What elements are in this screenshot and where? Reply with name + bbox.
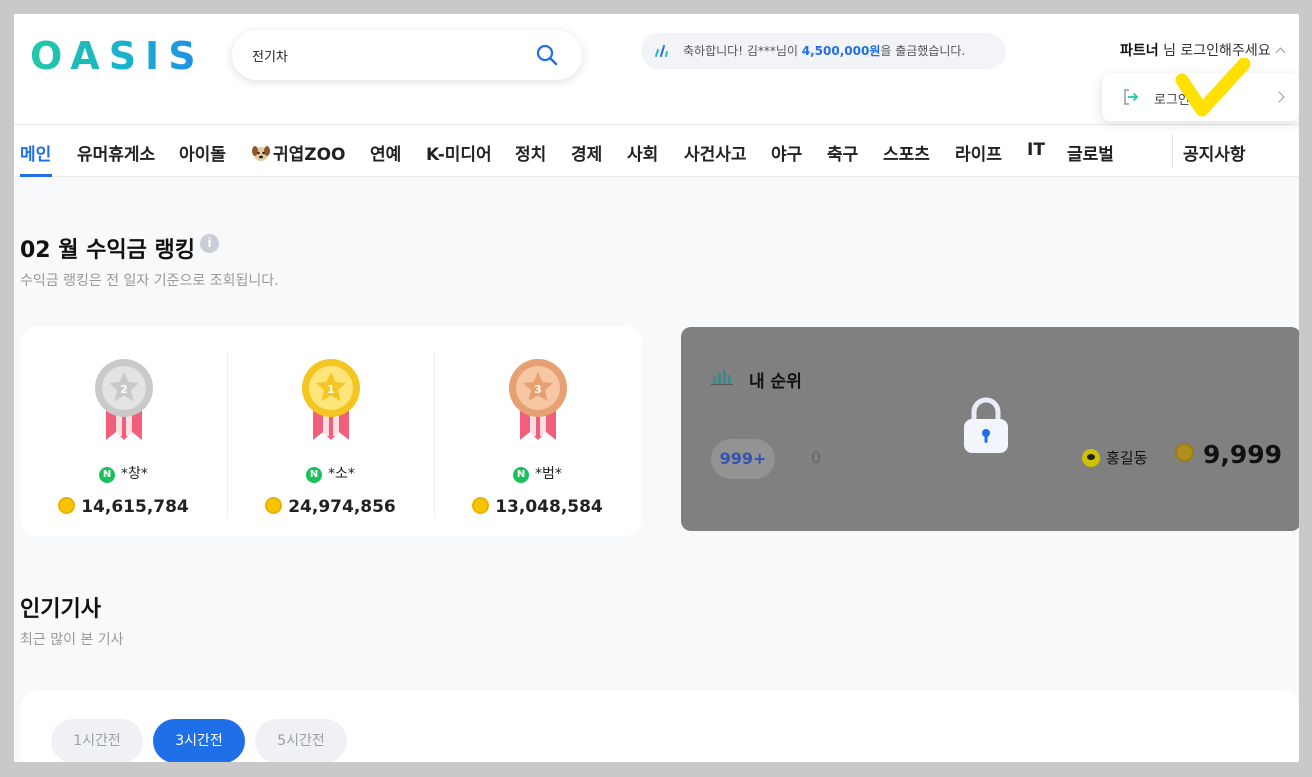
rank-user-name: *소* (328, 466, 355, 482)
rank-amount: 24,974,856 (288, 497, 396, 517)
category-nav: 메인 유머휴게소 아이돌 귀엽ZOO 연예 K-미디어 정치 경제 사회 사건사… (14, 124, 1299, 177)
login-icon (1124, 89, 1139, 105)
my-user-name: 홍길동 (1106, 449, 1148, 467)
tab-1-hour[interactable]: 1시간전 (51, 719, 143, 762)
coin-icon (1175, 443, 1194, 462)
kakao-icon (1082, 449, 1100, 467)
my-rank-card-locked[interactable]: 내 순위 999+ 0 홍길동 9,999 (681, 327, 1299, 531)
naver-badge-icon: N (513, 467, 530, 483)
tab-economy[interactable]: 경제 (571, 140, 602, 165)
tab-notice[interactable]: 공지사항 (1183, 140, 1246, 165)
tab-politics[interactable]: 정치 (515, 140, 546, 165)
popular-subtitle: 최근 많이 본 기사 (20, 632, 124, 648)
tab-entertainment[interactable]: 연예 (370, 140, 401, 165)
sparkle-icon (655, 45, 668, 57)
naver-badge-icon: N (99, 467, 116, 483)
tab-society[interactable]: 사회 (627, 140, 658, 165)
tab-cute-zoo[interactable]: 귀엽ZOO (251, 140, 346, 165)
my-user: 홍길동 (1082, 447, 1147, 468)
chevron-up-icon (1275, 47, 1286, 58)
tab-life[interactable]: 라이프 (955, 140, 1002, 165)
search-box[interactable]: 전기차 (232, 30, 582, 80)
site-header: OASIS 전기차 축하합니다! 김***님이 4,500,000원을 출금했습… (14, 14, 1299, 124)
ranking-subtitle: 수익금 랭킹은 전 일자 기준으로 조회됩니다. (20, 273, 279, 289)
chevron-right-icon (1273, 91, 1285, 103)
lock-icon (964, 397, 1008, 453)
bronze-medal-icon: 3 (509, 359, 567, 440)
medal-number: 1 (327, 383, 335, 396)
rank-amount: 13,048,584 (495, 497, 603, 517)
tab-k-media[interactable]: K-미디어 (426, 140, 492, 165)
tab-main[interactable]: 메인 (20, 140, 51, 165)
tab-incidents[interactable]: 사건사고 (684, 140, 747, 165)
rank-entry-3: 3 N *범* 13,048,584 (434, 326, 641, 536)
popular-title: 인기기사 (20, 597, 101, 622)
search-icon[interactable] (536, 44, 558, 66)
bar-chart-icon (711, 370, 733, 385)
tab-it[interactable]: IT (1027, 140, 1045, 160)
rank-amount: 14,615,784 (81, 497, 189, 517)
active-tab-indicator (20, 174, 52, 177)
popular-articles-card: 1시간전 3시간전 5시간전 (20, 691, 1299, 762)
naver-badge-icon: N (306, 467, 323, 483)
ticker-prefix: 축하합니다! 김***님이 (683, 44, 802, 58)
tab-global[interactable]: 글로벌 (1067, 140, 1114, 165)
tab-baseball[interactable]: 야구 (771, 140, 802, 165)
withdrawal-ticker: 축하합니다! 김***님이 4,500,000원을 출금했습니다. (641, 33, 1006, 69)
medal-number: 3 (534, 383, 542, 396)
login-prompt: 님 로그인해주세요 (1158, 43, 1271, 59)
coin-icon (472, 497, 490, 514)
dog-icon (252, 146, 270, 161)
coin-icon (265, 497, 283, 514)
rank-entry-2: 2 N *창* 14,615,784 (20, 326, 227, 536)
medal-number: 2 (120, 383, 128, 396)
browser-viewport: OASIS 전기차 축하합니다! 김***님이 4,500,000원을 출금했습… (14, 14, 1299, 762)
tab-idol[interactable]: 아이돌 (179, 140, 226, 165)
coin-icon (58, 497, 76, 514)
tab-3-hours[interactable]: 3시간전 (153, 719, 245, 762)
partner-label: 파트너 (1120, 43, 1159, 59)
my-rank-score: 0 (811, 448, 822, 467)
ranking-title: 02 월 수익금 랭킹 (20, 238, 196, 263)
my-rank-badge: 999+ (711, 439, 775, 479)
top-ranking-card: 2 N *창* 14,615,784 1 N *소* 24,974,856 3 … (20, 326, 642, 536)
my-amount: 9,999 (1175, 440, 1282, 469)
my-amount-value: 9,999 (1203, 440, 1283, 469)
my-rank-title: 내 순위 (749, 372, 802, 392)
checkmark-annotation-icon (1175, 58, 1251, 117)
oasis-logo[interactable]: OASIS (30, 34, 205, 78)
gold-medal-icon: 1 (302, 359, 360, 440)
silver-medal-icon: 2 (95, 359, 153, 440)
tab-cute-zoo-label: 귀엽ZOO (273, 145, 346, 165)
tab-soccer[interactable]: 축구 (827, 140, 858, 165)
tab-5-hours[interactable]: 5시간전 (255, 719, 347, 762)
search-input[interactable]: 전기차 (252, 46, 288, 65)
user-menu-toggle[interactable]: 파트너 님 로그인해주세요 (1120, 40, 1286, 60)
ticker-suffix: 을 출금했습니다. (880, 44, 966, 58)
ticker-amount: 4,500,000원 (801, 44, 881, 58)
nav-divider (1172, 134, 1173, 168)
info-icon[interactable]: i (200, 234, 219, 253)
rank-entry-1: 1 N *소* 24,974,856 (227, 326, 434, 536)
tab-sports[interactable]: 스포츠 (883, 140, 930, 165)
tab-humor[interactable]: 유머휴게소 (77, 140, 155, 165)
rank-user-name: *창* (121, 466, 148, 482)
rank-user-name: *범* (535, 466, 562, 482)
